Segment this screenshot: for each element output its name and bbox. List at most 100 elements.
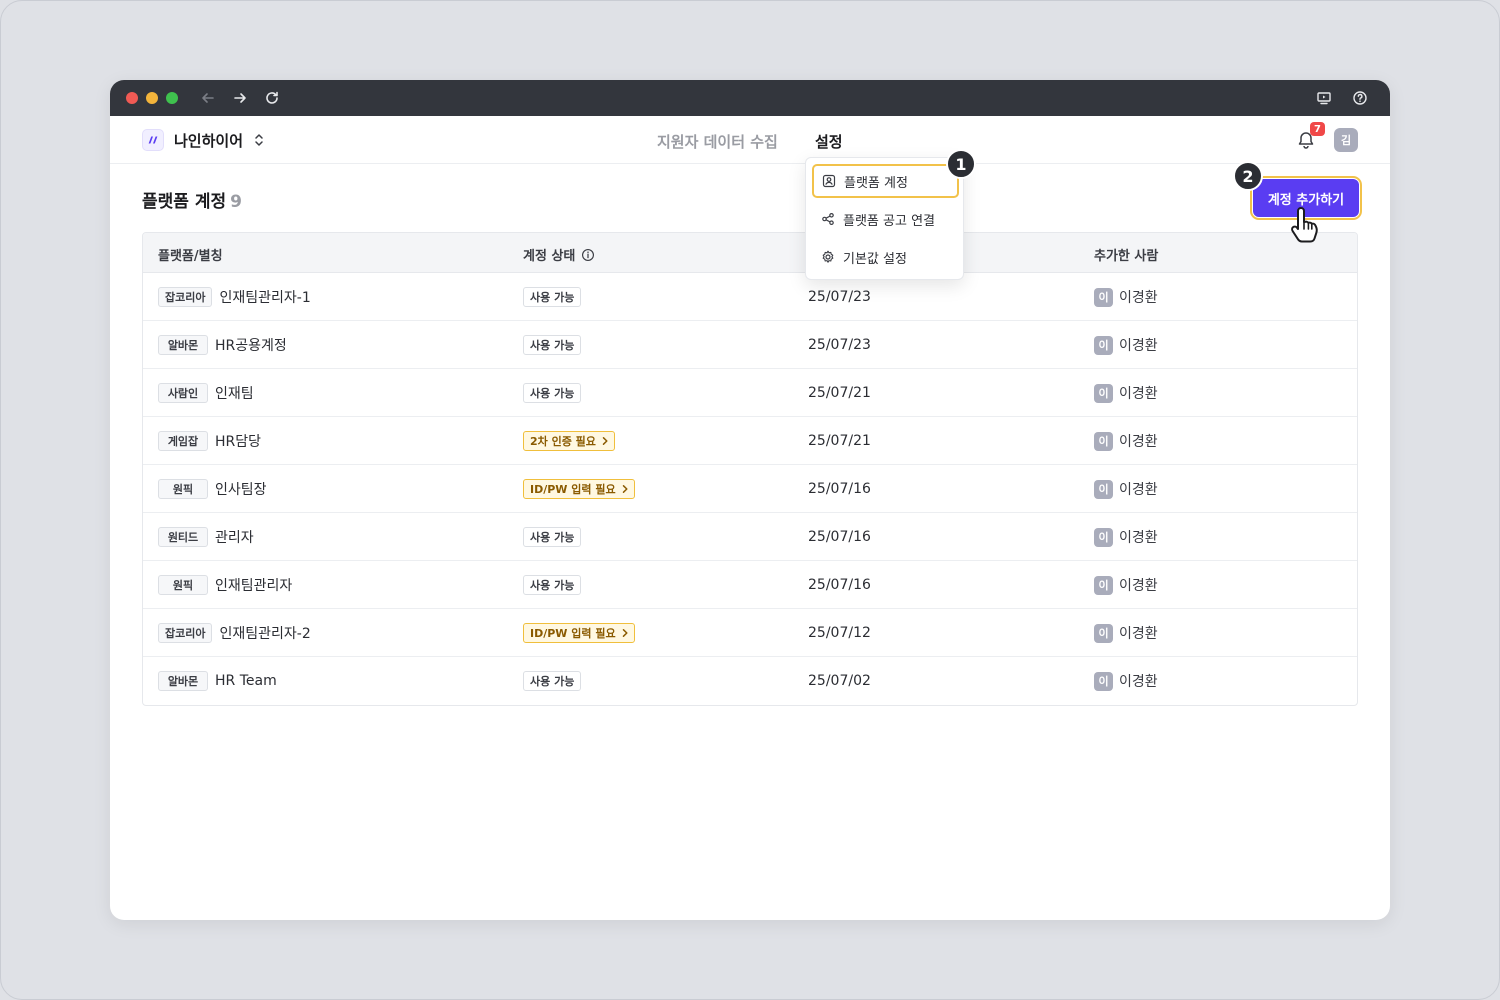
- table-row[interactable]: 게임잡 HR담당 2차 인증 필요 25/07/21 이 이경환: [143, 417, 1357, 465]
- cell-added-by: 이 이경환: [1094, 609, 1158, 657]
- status-warning-badge[interactable]: 2차 인증 필요: [523, 431, 615, 451]
- close-window-button[interactable]: [126, 92, 138, 104]
- cell-platform: 잡코리아 인재팀관리자-2: [158, 609, 311, 657]
- nav-settings[interactable]: 설정: [815, 131, 843, 152]
- cell-platform: 원티드 관리자: [158, 513, 254, 561]
- header-platform: 플랫폼/별칭: [158, 249, 223, 264]
- table-row[interactable]: 잡코리아 인재팀관리자-2 ID/PW 입력 필요 25/07/12 이 이경환: [143, 609, 1357, 657]
- table-row[interactable]: 알바몬 HR공용계정 사용 가능 25/07/23 이 이경환: [143, 321, 1357, 369]
- status-badge: 사용 가능: [523, 671, 582, 691]
- added-by-name: 이경환: [1119, 530, 1158, 546]
- avatar: 이: [1094, 383, 1113, 403]
- workspace-switcher[interactable]: 나인하이어: [142, 129, 265, 151]
- table-header: 플랫폼/별칭 계정 상태 추가한 사람: [143, 233, 1357, 273]
- step-badge-1: 1: [946, 149, 976, 179]
- maximize-window-button[interactable]: [166, 92, 178, 104]
- cell-date: 25/07/21: [808, 433, 871, 449]
- platform-tag: 원픽: [158, 479, 208, 499]
- help-icon[interactable]: [1350, 88, 1370, 108]
- accounts-table: 플랫폼/별칭 계정 상태 추가한 사람 잡코리아 인재팀관리자-1 사용 가능 25/…: [142, 232, 1358, 706]
- platform-tag: 원픽: [158, 575, 208, 595]
- menu-item-label: 기본값 설정: [843, 251, 907, 267]
- cell-status: ID/PW 입력 필요: [523, 609, 635, 657]
- settings-dropdown: 플랫폼 계정 플랫폼 공고 연결 기본값 설정: [805, 157, 964, 280]
- cell-date: 25/07/12: [808, 625, 871, 641]
- cell-status: 사용 가능: [523, 513, 582, 561]
- added-by-name: 이경환: [1119, 578, 1158, 594]
- hand-cursor-icon: [1291, 207, 1318, 243]
- browser-window: 나인하이어 지원자 데이터 수집 설정 7 김 플랫폼 계정 9 계정 추가하기 …: [110, 80, 1390, 920]
- info-icon[interactable]: [581, 248, 595, 262]
- screen-share-icon[interactable]: [1314, 88, 1334, 108]
- cell-platform: 잡코리아 인재팀관리자-1: [158, 273, 311, 321]
- chevron-updown-icon: [255, 134, 263, 146]
- account-alias: HR담당: [215, 434, 262, 450]
- platform-tag: 알바몬: [158, 335, 208, 355]
- avatar: 이: [1094, 335, 1113, 355]
- avatar: 이: [1094, 479, 1113, 499]
- status-warning-badge[interactable]: ID/PW 입력 필요: [523, 479, 635, 499]
- chevron-right-icon: [622, 629, 628, 637]
- account-alias: HR공용계정: [215, 338, 287, 354]
- menu-item-defaults[interactable]: 기본값 설정: [812, 240, 959, 274]
- cell-platform: 알바몬 HR Team: [158, 657, 277, 705]
- account-alias: 인재팀: [215, 386, 254, 402]
- menu-item-job-post-link[interactable]: 플랫폼 공고 연결: [812, 202, 959, 236]
- gear-icon: [822, 250, 834, 263]
- user-avatar[interactable]: 김: [1334, 128, 1358, 152]
- added-by-name: 이경환: [1119, 434, 1158, 450]
- avatar: 이: [1094, 575, 1113, 595]
- page-title: 플랫폼 계정 9: [142, 187, 242, 212]
- cell-date: 25/07/16: [808, 577, 871, 593]
- reload-icon[interactable]: [262, 88, 282, 108]
- share-icon: [822, 212, 834, 226]
- table-row[interactable]: 알바몬 HR Team 사용 가능 25/07/02 이 이경환: [143, 657, 1357, 705]
- header-status: 계정 상태: [523, 245, 595, 264]
- cell-added-by: 이 이경환: [1094, 321, 1158, 369]
- forward-arrow-icon[interactable]: [230, 88, 250, 108]
- cell-status: 사용 가능: [523, 657, 582, 705]
- cell-status: 사용 가능: [523, 273, 582, 321]
- status-badge: 사용 가능: [523, 287, 582, 307]
- step-badge-2: 2: [1233, 161, 1263, 191]
- account-alias: 인재팀관리자: [215, 578, 293, 594]
- nav-applicant-data[interactable]: 지원자 데이터 수집: [657, 131, 778, 152]
- avatar: 이: [1094, 671, 1113, 691]
- cell-added-by: 이 이경환: [1094, 513, 1158, 561]
- added-by-name: 이경환: [1119, 338, 1158, 354]
- cell-platform: 게임잡 HR담당: [158, 417, 261, 465]
- status-warning-badge[interactable]: ID/PW 입력 필요: [523, 623, 635, 643]
- table-row[interactable]: 사람인 인재팀 사용 가능 25/07/21 이 이경환: [143, 369, 1357, 417]
- header-status-label: 계정 상태: [523, 249, 576, 264]
- cell-status: 사용 가능: [523, 321, 582, 369]
- back-arrow-icon[interactable]: [198, 88, 218, 108]
- table-row[interactable]: 원픽 인사팀장 ID/PW 입력 필요 25/07/16 이 이경환: [143, 465, 1357, 513]
- table-row[interactable]: 잡코리아 인재팀관리자-1 사용 가능 25/07/23 이 이경환: [143, 273, 1357, 321]
- cell-added-by: 이 이경환: [1094, 369, 1158, 417]
- status-badge: 사용 가능: [523, 575, 582, 595]
- menu-item-label: 플랫폼 계정: [844, 175, 908, 191]
- added-by-name: 이경환: [1119, 386, 1158, 402]
- cell-status: 2차 인증 필요: [523, 417, 615, 465]
- cell-date: 25/07/16: [808, 529, 871, 545]
- cell-platform: 원픽 인재팀관리자: [158, 561, 292, 609]
- added-by-name: 이경환: [1119, 626, 1158, 642]
- status-badge: 사용 가능: [523, 335, 582, 355]
- account-alias: 인재팀관리자-2: [219, 626, 311, 642]
- cell-added-by: 이 이경환: [1094, 465, 1158, 513]
- table-row[interactable]: 원픽 인재팀관리자 사용 가능 25/07/16 이 이경환: [143, 561, 1357, 609]
- brand-logo-icon: [142, 129, 164, 151]
- cell-date: 25/07/23: [808, 289, 871, 305]
- menu-item-platform-account[interactable]: 플랫폼 계정: [812, 164, 959, 198]
- cell-added-by: 이 이경환: [1094, 657, 1158, 705]
- table-row[interactable]: 원티드 관리자 사용 가능 25/07/16 이 이경환: [143, 513, 1357, 561]
- workspace-name: 나인하이어: [174, 131, 244, 150]
- cell-status: 사용 가능: [523, 369, 582, 417]
- avatar: 이: [1094, 431, 1113, 451]
- cell-added-by: 이 이경환: [1094, 561, 1158, 609]
- cell-added-by: 이 이경환: [1094, 417, 1158, 465]
- avatar: 이: [1094, 623, 1113, 643]
- minimize-window-button[interactable]: [146, 92, 158, 104]
- avatar: 이: [1094, 287, 1113, 307]
- cell-platform: 사람인 인재팀: [158, 369, 254, 417]
